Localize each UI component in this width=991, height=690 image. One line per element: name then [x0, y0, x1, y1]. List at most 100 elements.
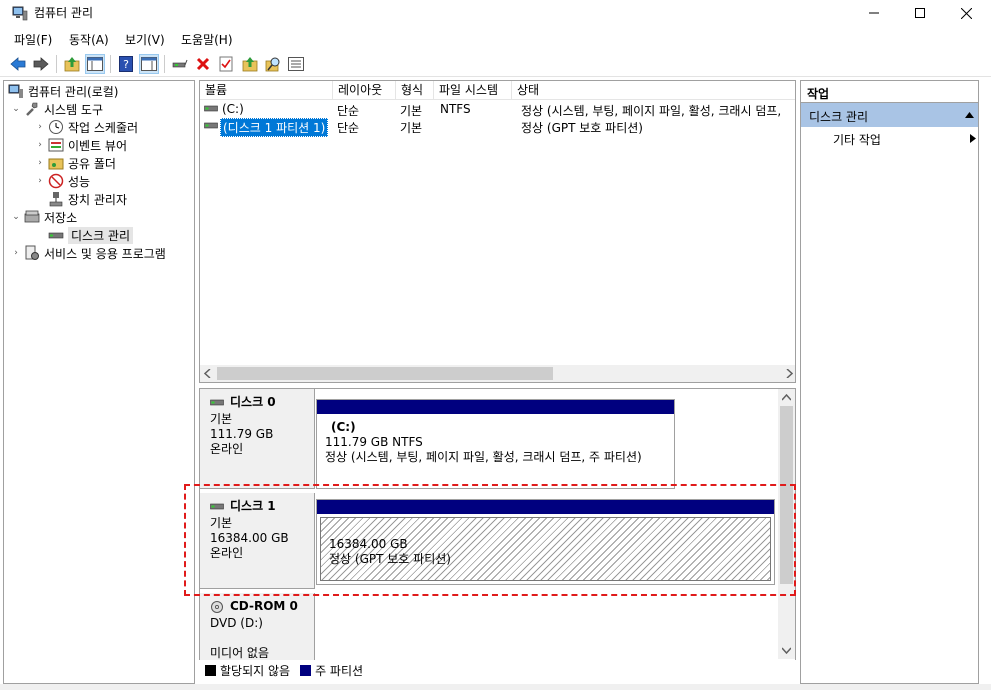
tree-item-label: 시스템 도구: [44, 102, 104, 117]
tree-item-event-viewer[interactable]: › 이벤트 뷰어: [34, 136, 127, 154]
unallocated-swatch: [205, 664, 216, 676]
actions-pane: 작업 디스크 관리 기타 작업: [800, 80, 979, 684]
upload-button[interactable]: [240, 54, 260, 74]
toolbar: ?: [0, 51, 991, 77]
partition-disk1-gpt-protective[interactable]: 16384.00 GB 정상 (GPT 보호 파티션): [316, 499, 775, 585]
status-bar: [0, 684, 991, 690]
partition-name: (C:): [331, 420, 356, 434]
search-icon: [265, 57, 280, 72]
chevron-right-icon[interactable]: ›: [34, 158, 46, 168]
maximize-button[interactable]: [897, 0, 943, 26]
tree-item-label: 공유 폴더: [68, 156, 116, 171]
performance-icon: [48, 173, 64, 189]
disk-name: CD-ROM 0: [230, 599, 298, 613]
tree-item-performance[interactable]: › 성능: [34, 172, 90, 190]
volume-list: 볼륨 레이아웃 형식 파일 시스템 상태 (C:) 단순 기본 NTFS 정상 …: [199, 80, 796, 383]
menu-help[interactable]: 도움말(H): [181, 31, 233, 48]
disk-1-label[interactable]: 디스크 1 기본 16384.00 GB 온라인: [200, 493, 315, 589]
device-manager-icon: [49, 192, 63, 207]
disk-0-label[interactable]: 디스크 0 기본 111.79 GB 온라인: [200, 389, 315, 489]
chevron-down-icon[interactable]: ⌄: [10, 104, 22, 114]
scroll-up-icon[interactable]: [782, 394, 791, 402]
disk-name: 디스크 1: [230, 499, 276, 513]
disk-drive-icon: [210, 399, 224, 405]
close-icon: [960, 7, 972, 19]
chevron-right-icon[interactable]: ›: [34, 140, 46, 150]
collapse-up-icon[interactable]: [965, 112, 974, 118]
column-header-status[interactable]: 상태: [512, 81, 795, 100]
scrollbar-thumb[interactable]: [217, 367, 553, 380]
close-button[interactable]: [943, 0, 989, 26]
forward-button[interactable]: [31, 54, 51, 74]
back-arrow-icon: [10, 57, 26, 71]
upload-icon: [242, 57, 258, 72]
list-button[interactable]: [286, 54, 306, 74]
check-button[interactable]: [216, 54, 236, 74]
connect-button[interactable]: [170, 54, 190, 74]
svg-text:?: ?: [123, 58, 129, 71]
scroll-left-icon[interactable]: [204, 369, 212, 378]
partition-size: 16384.00 GB: [329, 537, 408, 551]
toolbar-separator: [164, 55, 165, 73]
help-button[interactable]: ?: [116, 54, 136, 74]
volume-drive-icon: [204, 122, 218, 129]
menu-view[interactable]: 보기(V): [125, 31, 165, 48]
partition-c[interactable]: (C:) 111.79 GB NTFS 정상 (시스템, 부팅, 페이지 파일,…: [316, 399, 675, 489]
chevron-right-icon[interactable]: ›: [10, 248, 22, 258]
column-header-volume[interactable]: 볼륨: [200, 81, 333, 100]
menu-file[interactable]: 파일(F): [14, 31, 52, 48]
chevron-down-icon[interactable]: ⌄: [10, 212, 22, 222]
actions-more-item[interactable]: 기타 작업: [801, 127, 978, 149]
minimize-button[interactable]: [851, 0, 897, 26]
up-level-button[interactable]: [62, 54, 82, 74]
show-hide-console-tree-button[interactable]: [85, 54, 105, 74]
connect-icon: [172, 59, 188, 68]
vertical-scrollbar[interactable]: [778, 389, 795, 659]
actions-section-disk-management[interactable]: 디스크 관리: [801, 103, 978, 127]
scrollbar-thumb[interactable]: [780, 406, 793, 584]
tree-item-disk-management[interactable]: 디스크 관리: [48, 226, 134, 244]
partition-hatched-area: 16384.00 GB 정상 (GPT 보호 파티션): [320, 517, 771, 581]
volume-type: 기본: [400, 121, 423, 135]
legend-primary: 주 파티션: [315, 663, 364, 678]
title-bar: 컴퓨터 관리: [0, 0, 991, 26]
tree-item-device-manager[interactable]: 장치 관리자: [48, 190, 127, 208]
tree-item-services-applications[interactable]: › 서비스 및 응용 프로그램: [10, 244, 166, 262]
tree-item-shared-folders[interactable]: › 공유 폴더: [34, 154, 116, 172]
delete-button[interactable]: [193, 54, 213, 74]
disk-type: 기본: [210, 516, 233, 530]
up-folder-icon: [64, 57, 80, 72]
check-icon: [219, 56, 233, 72]
scroll-right-icon[interactable]: [785, 369, 793, 378]
column-header-type[interactable]: 형식: [396, 81, 434, 100]
chevron-right-icon[interactable]: ›: [34, 176, 46, 186]
chevron-right-icon[interactable]: ›: [34, 122, 46, 132]
tree-root[interactable]: 컴퓨터 관리(로컬): [8, 82, 118, 100]
column-header-file-system[interactable]: 파일 시스템: [434, 81, 512, 100]
volume-type: 기본: [400, 104, 423, 118]
tree-item-storage[interactable]: ⌄ 저장소: [10, 208, 77, 226]
disk-size: 16384.00 GB: [210, 531, 289, 545]
tree-item-system-tools[interactable]: ⌄ 시스템 도구: [10, 100, 103, 118]
forward-arrow-icon: [33, 57, 49, 71]
search-button[interactable]: [263, 54, 283, 74]
actions-section-label: 디스크 관리: [809, 110, 869, 124]
horizontal-scrollbar[interactable]: [200, 365, 795, 382]
volume-drive-icon: [204, 105, 218, 112]
submenu-arrow-icon: [970, 134, 976, 143]
clock-icon: [49, 120, 63, 134]
back-button[interactable]: [8, 54, 28, 74]
tree-item-task-scheduler[interactable]: › 작업 스케줄러: [34, 118, 138, 136]
scroll-down-icon[interactable]: [782, 646, 791, 654]
delete-icon: [196, 57, 210, 71]
partition-status: 정상 (시스템, 부팅, 페이지 파일, 활성, 크래시 덤프, 주 파티션): [325, 450, 642, 464]
help-icon: ?: [119, 56, 133, 72]
table-row[interactable]: (C:) 단순 기본 NTFS 정상 (시스템, 부팅, 페이지 파일, 활성,…: [200, 101, 795, 118]
column-header-layout[interactable]: 레이아웃: [333, 81, 396, 100]
table-row[interactable]: (디스크 1 파티션 1) 단순 기본 정상 (GPT 보호 파티션): [200, 118, 795, 137]
primary-partition-bar: [317, 400, 674, 414]
disk-size: 111.79 GB: [210, 427, 274, 441]
properties-view-button[interactable]: [139, 54, 159, 74]
list-icon: [288, 57, 304, 71]
menu-action[interactable]: 동작(A): [69, 31, 109, 48]
